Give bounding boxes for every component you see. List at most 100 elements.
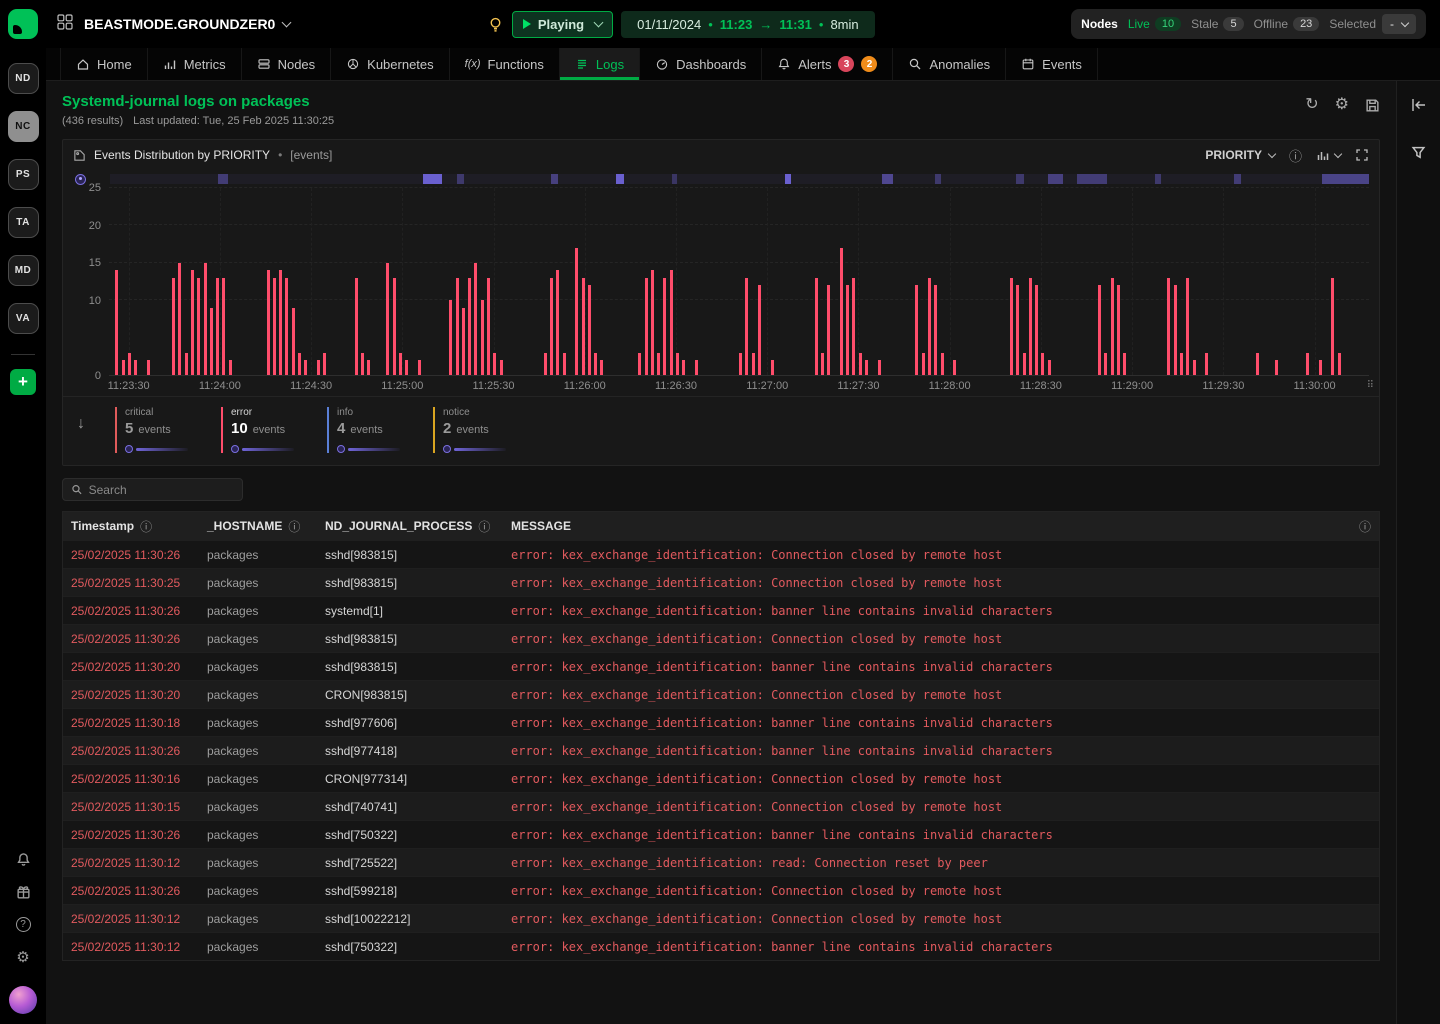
legend-item-error[interactable]: error10events [221, 407, 299, 453]
table-row[interactable]: 25/02/2025 11:30:25packagessshd[983815]e… [63, 568, 1379, 596]
selected-nodes-dropdown[interactable]: - [1382, 14, 1416, 34]
nodes-live[interactable]: Live10 [1128, 17, 1181, 31]
search-input[interactable] [89, 483, 234, 497]
legend-label: info [337, 407, 405, 418]
tab-dashboards[interactable]: Dashboards [640, 48, 762, 80]
node-name-chevron-icon[interactable] [282, 17, 292, 27]
x-tick-label: 11:25:00 [381, 380, 423, 392]
nodes-stale-count: 5 [1223, 17, 1243, 31]
table-info-icon[interactable]: ⓘ [1345, 518, 1371, 535]
column-info-icon[interactable]: ⓘ [478, 518, 490, 535]
fullscreen-icon[interactable] [1355, 148, 1369, 162]
legend-unit: events [253, 424, 285, 436]
table-row[interactable]: 25/02/2025 11:30:16packagesCRON[977314]e… [63, 764, 1379, 792]
y-tick-label: 20 [89, 220, 101, 232]
chart-info-icon[interactable]: ⓘ [1289, 146, 1302, 165]
functions-icon: f(x) [465, 58, 481, 70]
time-range-picker[interactable]: 01/11/2024 • 11:23 → 11:31 • 8min [621, 11, 875, 38]
legend-item-notice[interactable]: notice2events [433, 407, 511, 453]
tab-kubernetes[interactable]: Kubernetes [331, 48, 450, 80]
events-distribution-chart: Events Distribution by PRIORITY • [event… [62, 139, 1380, 466]
filter-funnel-icon[interactable] [1411, 145, 1426, 160]
chart-plot[interactable] [109, 188, 1369, 376]
legend-count: 5 [125, 420, 133, 437]
table-row[interactable]: 25/02/2025 11:30:26packagessshd[599218]e… [63, 876, 1379, 904]
table-row[interactable]: 25/02/2025 11:30:20packagesCRON[983815]e… [63, 680, 1379, 708]
column-info-icon[interactable]: ⓘ [288, 518, 300, 535]
table-row[interactable]: 25/02/2025 11:30:26packagessshd[983815]e… [63, 624, 1379, 652]
x-tick-label: 11:29:30 [1202, 380, 1244, 392]
table-row[interactable]: 25/02/2025 11:30:26packagessystemd[1]err… [63, 596, 1379, 624]
anomaly-rate-icon[interactable] [75, 174, 86, 185]
legend-anomaly-line [125, 445, 193, 453]
column-header-message[interactable]: MESSAGE [511, 519, 1345, 533]
play-state-chevron-icon[interactable] [594, 17, 604, 27]
table-row[interactable]: 25/02/2025 11:30:18packagessshd[977606]e… [63, 708, 1379, 736]
selected-chevron-icon [1401, 19, 1409, 27]
help-icon[interactable]: ? [16, 917, 31, 932]
tab-events[interactable]: Events [1006, 48, 1098, 80]
refresh-icon[interactable]: ↻ [1305, 97, 1318, 113]
table-row[interactable]: 25/02/2025 11:30:12packagessshd[725522]e… [63, 848, 1379, 876]
tab-anomalies[interactable]: Anomalies [893, 48, 1006, 80]
tab-home[interactable]: Home [60, 48, 148, 80]
netdata-logo[interactable] [8, 9, 38, 39]
notifications-bell-icon[interactable] [15, 851, 31, 867]
table-row[interactable]: 25/02/2025 11:30:15packagessshd[740741]e… [63, 792, 1379, 820]
play-state-button[interactable]: Playing [512, 11, 613, 38]
legend-label: error [231, 407, 299, 418]
column-header-nd_journal_process[interactable]: ND_JOURNAL_PROCESSⓘ [325, 518, 511, 535]
tab-metrics[interactable]: Metrics [148, 48, 242, 80]
collapse-panel-icon[interactable] [1410, 97, 1428, 113]
table-row[interactable]: 25/02/2025 11:30:12packagessshd[750322]e… [63, 932, 1379, 960]
cell-process: sshd[977418] [325, 744, 511, 758]
space-item-md[interactable]: MD [8, 255, 39, 286]
legend-item-info[interactable]: info4events [327, 407, 405, 453]
nodes-offline[interactable]: Offline23 [1254, 17, 1320, 31]
legend-item-critical[interactable]: critical5events [115, 407, 193, 453]
lightbulb-icon[interactable] [487, 16, 504, 33]
node-name[interactable]: BEASTMODE.GROUNDZER0 [84, 16, 275, 32]
space-item-nd[interactable]: ND [8, 63, 39, 94]
save-icon[interactable] [1365, 98, 1380, 113]
news-icon[interactable] [15, 884, 31, 900]
spaces-divider [11, 354, 35, 355]
search-row [62, 478, 1380, 501]
legend-scroll-icon[interactable]: ↓ [77, 407, 87, 433]
user-avatar[interactable] [9, 986, 37, 1014]
cell-timestamp: 25/02/2025 11:30:12 [71, 912, 207, 926]
tab-nodes[interactable]: Nodes [242, 48, 332, 80]
table-row[interactable]: 25/02/2025 11:30:26packagessshd[977418]e… [63, 736, 1379, 764]
space-item-nc[interactable]: NC [8, 111, 39, 142]
chart-type-selector[interactable] [1316, 148, 1341, 162]
nodes-icon [257, 57, 271, 71]
column-info-icon[interactable]: ⓘ [140, 518, 152, 535]
table-row[interactable]: 25/02/2025 11:30:12packagessshd[10022212… [63, 904, 1379, 932]
settings-gear-icon[interactable]: ⚙ [15, 949, 31, 965]
tab-logs[interactable]: Logs [560, 48, 640, 80]
chart-settings-gear-icon[interactable]: ⚙ [1335, 97, 1349, 113]
nodes-stale[interactable]: Stale5 [1191, 17, 1243, 31]
y-tick-label: 0 [95, 370, 101, 382]
table-row[interactable]: 25/02/2025 11:30:26packagessshd[750322]e… [63, 820, 1379, 848]
x-tick-label: 11:23:30 [108, 380, 150, 392]
cell-hostname: packages [207, 744, 325, 758]
space-item-va[interactable]: VA [8, 303, 39, 334]
space-item-ps[interactable]: PS [8, 159, 39, 190]
tab-label: Home [97, 57, 132, 72]
spaces-grid-icon[interactable] [56, 13, 74, 36]
tab-alerts[interactable]: Alerts32 [762, 48, 893, 80]
cell-hostname: packages [207, 604, 325, 618]
cell-message: error: kex_exchange_identification: bann… [511, 744, 1345, 758]
cell-message: error: kex_exchange_identification: bann… [511, 716, 1345, 730]
cell-hostname: packages [207, 856, 325, 870]
table-row[interactable]: 25/02/2025 11:30:26packagessshd[983815]e… [63, 540, 1379, 568]
column-header-hostname[interactable]: _HOSTNAMEⓘ [207, 518, 325, 535]
priority-dropdown[interactable]: PRIORITY [1205, 148, 1275, 162]
tab-functions[interactable]: f(x)Functions [450, 48, 560, 80]
add-space-button[interactable]: + [10, 369, 36, 395]
space-item-ta[interactable]: TA [8, 207, 39, 238]
table-row[interactable]: 25/02/2025 11:30:20packagessshd[983815]e… [63, 652, 1379, 680]
resize-handle-icon[interactable]: ⠿ [1367, 380, 1375, 391]
column-header-timestamp[interactable]: Timestampⓘ [71, 518, 207, 535]
